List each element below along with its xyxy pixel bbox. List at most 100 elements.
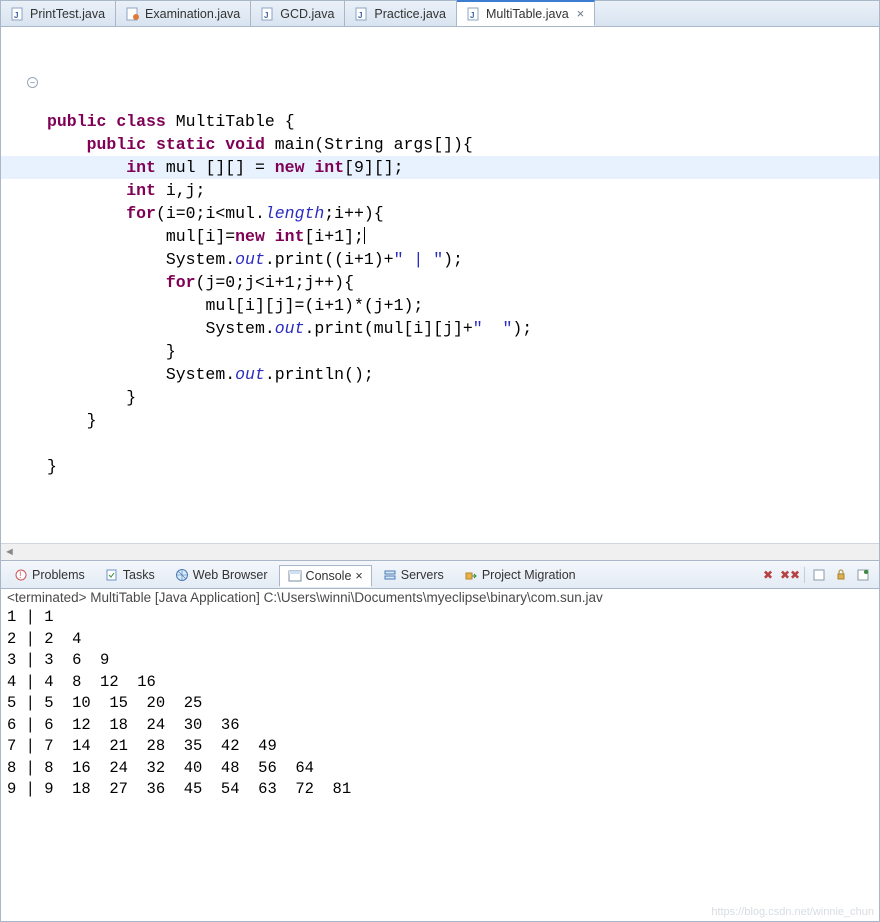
brace: } — [47, 457, 57, 476]
view-tabs: ! Problems Tasks Web Browser Console × S… — [1, 561, 879, 589]
console-launch-label: <terminated> MultiTable [Java Applicatio… — [1, 589, 879, 606]
remove-all-icon[interactable]: ✖✖ — [782, 567, 798, 583]
decl: i,j; — [156, 181, 206, 200]
view-tasks[interactable]: Tasks — [96, 564, 164, 586]
vtab-label: Tasks — [123, 568, 155, 582]
kw: int — [314, 158, 344, 177]
sys: System. — [166, 365, 235, 384]
text-cursor — [364, 227, 365, 244]
scroll-left-icon[interactable]: ◄ — [1, 544, 18, 561]
brace: } — [126, 388, 136, 407]
str: " " — [473, 319, 513, 338]
kw: static — [156, 135, 215, 154]
close-icon[interactable]: × — [577, 6, 585, 21]
out: out — [235, 250, 265, 269]
sig: main(String args[]){ — [275, 135, 473, 154]
svg-text:J: J — [470, 11, 474, 20]
java-file-icon: J — [467, 7, 481, 21]
kw: public — [87, 135, 146, 154]
vtab-label: Problems — [32, 568, 85, 582]
kw: new — [235, 227, 265, 246]
editor-body[interactable]: – public class MultiTable { public stati… — [1, 27, 879, 543]
problems-icon: ! — [14, 568, 28, 582]
svg-text:!: ! — [19, 570, 22, 580]
view-problems[interactable]: ! Problems — [5, 564, 94, 586]
kw: class — [116, 112, 166, 131]
str: " | " — [394, 250, 444, 269]
svg-text:J: J — [14, 11, 18, 20]
for: (j=0;j<i+1;j++){ — [196, 273, 354, 292]
call: .println(); — [265, 365, 374, 384]
call: ); — [443, 250, 463, 269]
globe-icon — [175, 568, 189, 582]
call: ); — [512, 319, 532, 338]
kw: for — [166, 273, 196, 292]
kw: int — [126, 181, 156, 200]
tab-label: PrintTest.java — [30, 7, 105, 21]
vtab-label: Project Migration — [482, 568, 576, 582]
kw: int — [275, 227, 305, 246]
svg-text:J: J — [264, 11, 268, 20]
svg-text:J: J — [358, 11, 362, 20]
console-output[interactable]: 1 | 1 2 | 2 4 3 | 3 6 9 4 | 4 8 12 16 5 … — [1, 606, 879, 919]
migration-icon — [464, 568, 478, 582]
view-web-browser[interactable]: Web Browser — [166, 564, 277, 586]
call: .print((i+1)+ — [265, 250, 394, 269]
vtab-label: Servers — [401, 568, 444, 582]
decl: mul [][] = — [156, 158, 275, 177]
out: out — [275, 319, 305, 338]
kw: void — [225, 135, 265, 154]
for: ;i++){ — [324, 204, 383, 223]
brace: { — [285, 112, 295, 131]
java-file-icon: J — [261, 7, 275, 21]
tab-label: Practice.java — [374, 7, 446, 21]
tab-examination[interactable]: Examination.java — [116, 1, 251, 26]
gutter: – — [1, 27, 43, 543]
java-file-icon: J — [355, 7, 369, 21]
call: .print(mul[i][j]+ — [304, 319, 472, 338]
tab-practice[interactable]: J Practice.java — [345, 1, 457, 26]
tab-label: GCD.java — [280, 7, 334, 21]
remove-launch-icon[interactable]: ✖ — [760, 567, 776, 583]
close-icon[interactable]: × — [355, 569, 362, 583]
tasks-icon — [105, 568, 119, 582]
pin-console-icon[interactable] — [855, 567, 871, 583]
out: out — [235, 365, 265, 384]
assign: [i+1]; — [304, 227, 363, 246]
for: (i=0;i<mul. — [156, 204, 265, 223]
kw: for — [126, 204, 156, 223]
tab-printtest[interactable]: J PrintTest.java — [1, 1, 116, 26]
java-class-icon — [126, 7, 140, 21]
console-toolbar: ✖ ✖✖ — [760, 567, 879, 583]
view-servers[interactable]: Servers — [374, 564, 453, 586]
view-console[interactable]: Console × — [279, 565, 372, 587]
kw: new — [275, 158, 305, 177]
view-project-migration[interactable]: Project Migration — [455, 564, 585, 586]
bottom-pane: ! Problems Tasks Web Browser Console × S… — [1, 561, 879, 919]
console-icon — [288, 569, 302, 583]
tab-gcd[interactable]: J GCD.java — [251, 1, 345, 26]
classname: MultiTable — [176, 112, 275, 131]
brace: } — [166, 342, 176, 361]
horizontal-scrollbar[interactable]: ◄ — [1, 543, 879, 560]
scroll-lock-icon[interactable] — [833, 567, 849, 583]
brace: } — [87, 411, 97, 430]
sys: System. — [166, 250, 235, 269]
editor-pane: J PrintTest.java Examination.java J GCD.… — [1, 1, 879, 561]
servers-icon — [383, 568, 397, 582]
fold-marker-icon[interactable]: – — [27, 77, 38, 88]
assign: mul[i]= — [166, 227, 235, 246]
vtab-label: Console — [306, 569, 352, 583]
java-file-icon: J — [11, 7, 25, 21]
vtab-label: Web Browser — [193, 568, 268, 582]
sys: System. — [205, 319, 274, 338]
kw: public — [47, 112, 106, 131]
field: length — [265, 204, 324, 223]
kw: int — [126, 158, 156, 177]
calc: mul[i][j]=(i+1)*(j+1); — [205, 296, 423, 315]
code-area[interactable]: public class MultiTable { public static … — [43, 27, 879, 543]
editor-tab-bar: J PrintTest.java Examination.java J GCD.… — [1, 1, 879, 27]
arr: [9][]; — [344, 158, 403, 177]
clear-console-icon[interactable] — [811, 567, 827, 583]
tab-multitable[interactable]: J MultiTable.java × — [457, 0, 595, 26]
